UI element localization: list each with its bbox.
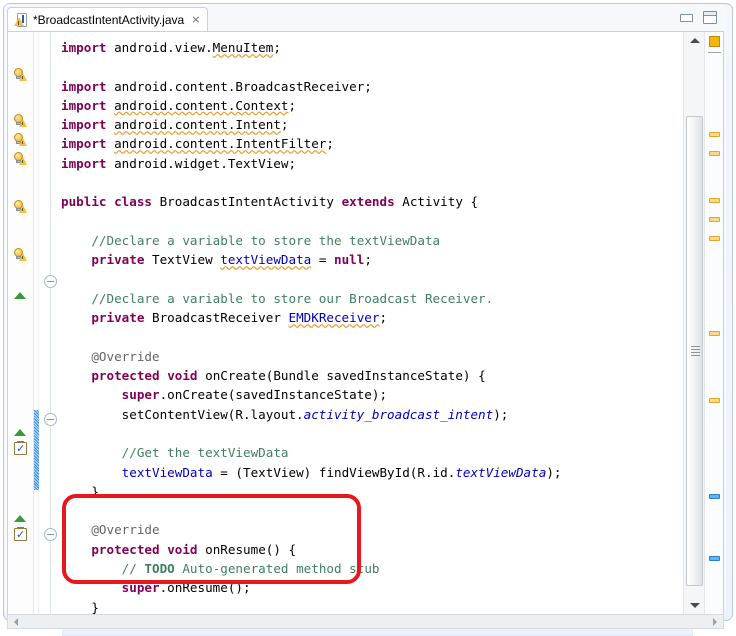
window-controls [680,11,717,24]
collapse-minus-icon[interactable] [44,528,57,541]
scroll-up-button[interactable] [684,32,705,49]
code-editor[interactable]: ✓ ✓ import android.view.MenuItem; import… [7,31,724,615]
maximize-button[interactable] [703,11,717,24]
overview-marker-warning[interactable] [709,236,720,241]
minimize-button[interactable] [680,14,693,22]
quickfix-warning-icon[interactable] [13,200,29,215]
editor-tab-bar: *BroadcastIntentActivity.java ⨯ [5,5,725,32]
folding-ruler[interactable] [39,32,61,614]
overview-marker-warning[interactable] [709,398,720,403]
source-code[interactable]: import android.view.MenuItem; import and… [61,38,561,614]
overview-marker-warning[interactable] [709,198,720,203]
overview-ruler[interactable] [704,32,723,614]
quickfix-warning-icon[interactable] [13,248,29,263]
java-file-warning-icon [14,13,28,28]
scroll-left-button[interactable] [8,615,24,628]
overview-marker-task[interactable] [709,556,720,561]
tab-broadcastintentactivity-java[interactable]: *BroadcastIntentActivity.java ⨯ [7,7,208,32]
vertical-scrollbar-thumb[interactable] [686,116,703,586]
scroll-down-button[interactable] [684,597,705,614]
warning-summary-icon[interactable] [705,32,724,50]
todo-task-icon[interactable]: ✓ [13,527,28,542]
vertical-scrollbar[interactable] [683,32,704,614]
overview-marker-task[interactable] [709,494,720,499]
quickfix-warning-icon[interactable] [13,133,29,148]
horizontal-scrollbar[interactable] [7,614,724,629]
quickfix-warning-icon[interactable] [13,152,29,167]
close-icon[interactable]: ⨯ [191,15,199,26]
annotation-gutter[interactable]: ✓ ✓ [8,32,34,614]
quickfix-warning-icon[interactable] [13,68,29,83]
scroll-right-button[interactable] [707,615,723,628]
override-indicator-icon [14,515,26,522]
override-indicator-icon [14,429,26,436]
overview-marker-warning[interactable] [709,217,720,222]
overview-marker-warning[interactable] [709,151,720,156]
tab-title: *BroadcastIntentActivity.java [33,13,184,27]
collapse-minus-icon[interactable] [44,275,57,288]
code-canvas[interactable]: import android.view.MenuItem; import and… [61,32,683,614]
override-indicator-icon [14,292,26,299]
eclipse-editor-window: *BroadcastIntentActivity.java ⨯ ✓ ✓ [0,0,736,634]
quickfix-warning-icon[interactable] [13,114,29,129]
collapse-minus-icon[interactable] [44,413,57,426]
overview-marker-warning[interactable] [709,132,720,137]
todo-task-icon[interactable]: ✓ [13,441,28,456]
overview-marker-warning[interactable] [709,331,720,336]
